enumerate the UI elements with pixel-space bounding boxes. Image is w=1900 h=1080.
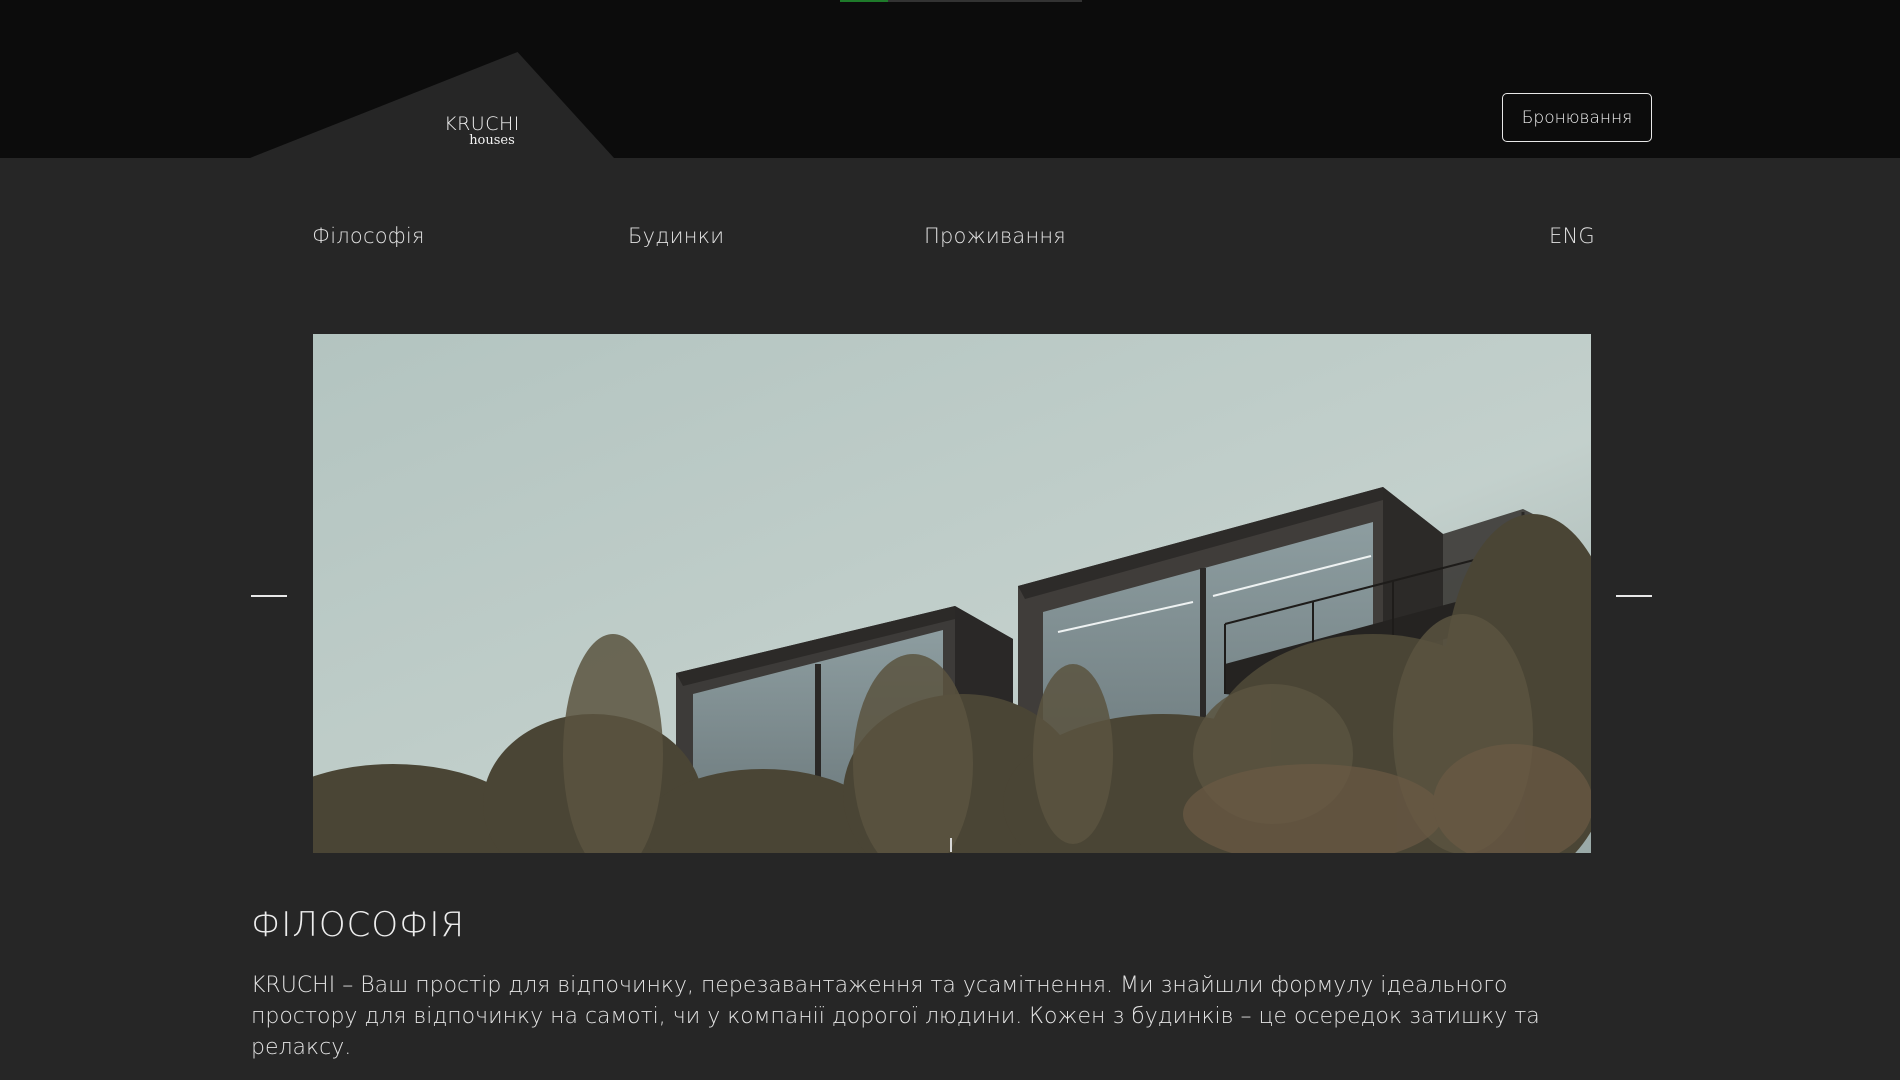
booking-button[interactable]: Бронювання — [1502, 93, 1652, 142]
philosophy-paragraph: KRUCHI – Ваш простір для відпочинку, пер… — [251, 973, 1540, 1060]
logo[interactable]: KRUCHI houses — [432, 114, 532, 148]
slider-image — [313, 334, 1591, 853]
page-progress-fill — [840, 0, 889, 2]
logo-name: KRUCHI — [444, 113, 520, 135]
nav-item-philosophy[interactable]: Філософія — [312, 224, 425, 248]
slider-next-arrow[interactable] — [1616, 595, 1652, 597]
nav-item-houses[interactable]: Будинки — [628, 224, 724, 248]
language-switch[interactable]: ENG — [1549, 224, 1595, 248]
cabins-photo — [313, 334, 1591, 853]
header-bar: KRUCHI houses Бронювання — [0, 0, 1900, 158]
slider-prev-arrow[interactable] — [251, 595, 287, 597]
section-title-philosophy: ФІЛОСОФІЯ — [251, 905, 466, 945]
logo-subtitle: houses — [469, 133, 515, 148]
page-progress-track — [840, 0, 1082, 2]
slider-indicator — [950, 838, 952, 852]
nav-item-living[interactable]: Проживання — [924, 224, 1066, 248]
page: KRUCHI houses Бронювання Філософія Будин… — [0, 0, 1900, 1080]
